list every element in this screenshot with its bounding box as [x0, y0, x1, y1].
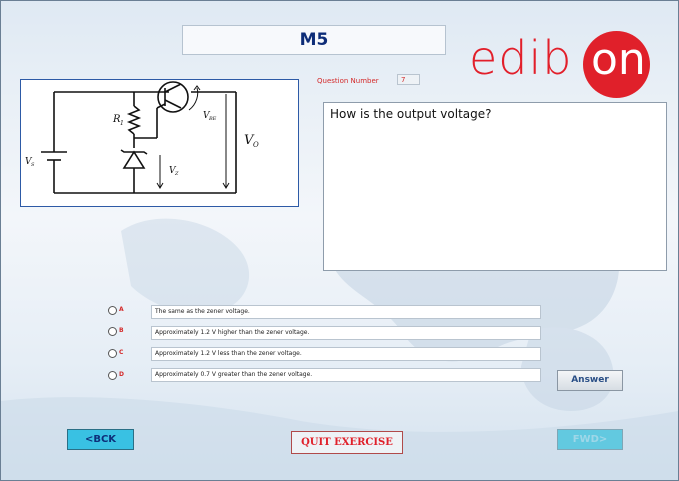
regulator-schematic: R 1 V BE V O V Z V S [25, 81, 259, 194]
question-number-label: Question Number [317, 77, 379, 85]
answer-button[interactable]: Answer [557, 370, 623, 391]
edibon-logo-on: on [591, 34, 646, 85]
question-number-value: 7 [397, 74, 420, 85]
option-a-radio[interactable] [108, 306, 117, 315]
exercise-window: M5 edib on R 1 V BE V O V Z V S Question… [0, 0, 679, 481]
option-a-text[interactable]: The same as the zener voltage. [151, 305, 541, 319]
quit-exercise-button[interactable]: QUIT EXERCISE [291, 431, 403, 454]
circuit-diagram: R 1 V BE V O V Z V S [20, 79, 299, 207]
svg-text:1: 1 [120, 120, 124, 127]
forward-button[interactable]: FWD> [557, 429, 623, 450]
option-c-text[interactable]: Approximately 1.2 V less than the zener … [151, 347, 541, 361]
question-text: How is the output voltage? [330, 107, 492, 121]
option-d-letter: D [119, 371, 124, 378]
option-b-text[interactable]: Approximately 1.2 V higher than the zene… [151, 326, 541, 340]
svg-text:Z: Z [174, 171, 179, 177]
question-text-box: How is the output voltage? [323, 102, 667, 271]
option-d-text[interactable]: Approximately 0.7 V greater than the zen… [151, 368, 541, 382]
option-c-radio[interactable] [108, 349, 117, 358]
option-c-letter: C [119, 349, 124, 356]
page-title: M5 [182, 25, 446, 55]
back-button[interactable]: <BCK [67, 429, 134, 450]
svg-text:S: S [31, 162, 35, 168]
edibon-logo-text: edib [469, 31, 573, 85]
option-a-letter: A [119, 306, 124, 313]
option-b-radio[interactable] [108, 327, 117, 336]
option-d-radio[interactable] [108, 371, 117, 380]
option-b-letter: B [119, 327, 124, 334]
svg-text:O: O [253, 141, 259, 149]
svg-text:BE: BE [208, 116, 217, 122]
